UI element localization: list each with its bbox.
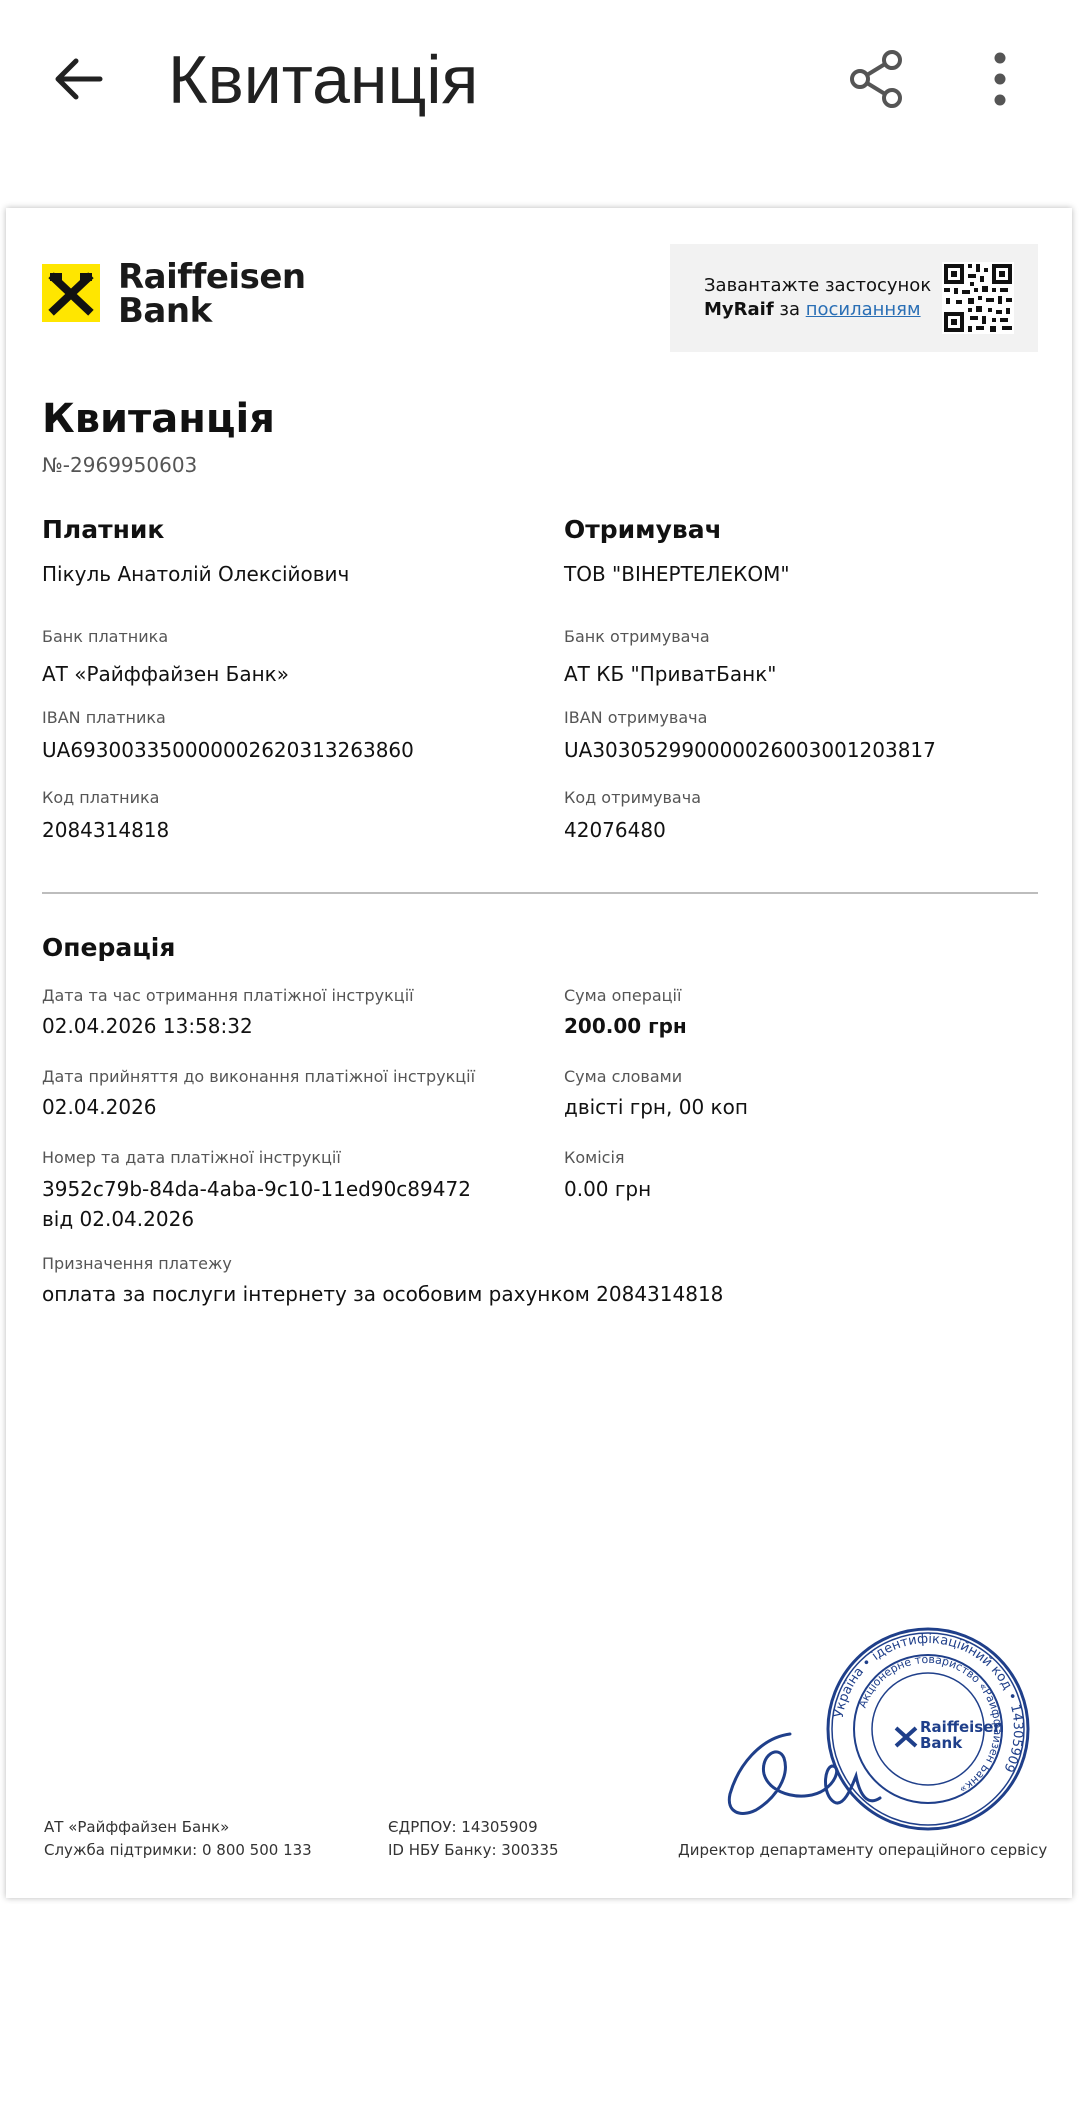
purpose-label: Призначення платежу bbox=[42, 1254, 232, 1273]
words-value: двісті грн, 00 коп bbox=[564, 1095, 748, 1119]
bottom-area bbox=[0, 1904, 1080, 2114]
page-title: Квитанція bbox=[168, 42, 479, 118]
instruction-date: від 02.04.2026 bbox=[42, 1207, 195, 1231]
recipient-iban: UA303052990000026003001203817 bbox=[564, 738, 936, 762]
stamp-logo: Raiffeisen Bank bbox=[894, 1718, 1004, 1752]
more-vertical-icon[interactable] bbox=[976, 48, 1024, 110]
footer-registry-info: ЄДРПОУ: 14305909 ID НБУ Банку: 300335 bbox=[388, 1816, 559, 1862]
receipt-title: Квитанція bbox=[42, 396, 275, 442]
promo-prefix: Завантажте застосунок bbox=[704, 275, 932, 296]
logo-line-2: Bank bbox=[118, 291, 212, 331]
promo-text: Завантажте застосунок MyRaif за посиланн… bbox=[704, 274, 931, 322]
share-icon[interactable] bbox=[846, 48, 908, 110]
footer-signatory: Директор департаменту операційного серві… bbox=[678, 1841, 1048, 1859]
top-spacer bbox=[0, 158, 1080, 206]
section-divider bbox=[42, 892, 1038, 894]
stamp-logo-line-2: Bank bbox=[920, 1734, 963, 1752]
promo-app-name: MyRaif bbox=[704, 299, 774, 320]
promo-download-link[interactable]: посиланням bbox=[806, 299, 921, 320]
logo-wordmark: Raiffeisen Bank bbox=[118, 260, 306, 328]
receipt-card[interactable]: Raiffeisen Bank Завантажте застосунок My… bbox=[6, 208, 1072, 1898]
qr-code-icon[interactable] bbox=[942, 262, 1014, 334]
payer-iban-label: IBAN платника bbox=[42, 708, 166, 727]
logo-line-1: Raiffeisen bbox=[118, 257, 306, 297]
recipient-bank: АТ КБ "ПриватБанк" bbox=[564, 662, 777, 686]
recipient-name: ТОВ "ВІНЕРТЕЛЕКОМ" bbox=[564, 562, 790, 586]
fee-label: Комісія bbox=[564, 1148, 625, 1167]
fee-value: 0.00 грн bbox=[564, 1177, 652, 1201]
recipient-code-label: Код отримувача bbox=[564, 788, 701, 807]
accepted-value: 02.04.2026 bbox=[42, 1095, 157, 1119]
payer-code: 2084314818 bbox=[42, 818, 170, 842]
payer-code-label: Код платника bbox=[42, 788, 160, 807]
instruction-label: Номер та дата платіжної інструкції bbox=[42, 1148, 341, 1167]
app-bar: Квитанція bbox=[0, 0, 1080, 158]
payer-name: Пікуль Анатолій Олексійович bbox=[42, 562, 350, 586]
raiffeisen-logo: Raiffeisen Bank bbox=[42, 260, 306, 328]
words-label: Сума словами bbox=[564, 1067, 683, 1086]
payer-bank-label: Банк платника bbox=[42, 627, 169, 646]
footer-edrpou: ЄДРПОУ: 14305909 bbox=[388, 1818, 538, 1836]
payer-heading: Платник bbox=[42, 515, 165, 544]
raiffeisen-emblem-icon bbox=[42, 264, 100, 322]
instruction-id: 3952c79b-84da-4aba-9c10-11ed90c89472 bbox=[42, 1177, 471, 1201]
amount-value: 200.00 грн bbox=[564, 1014, 687, 1038]
app-promo-banner: Завантажте застосунок MyRaif за посиланн… bbox=[670, 244, 1038, 352]
arrow-left-icon[interactable] bbox=[48, 48, 110, 110]
footer-support-phone: Служба підтримки: 0 800 500 133 bbox=[44, 1841, 312, 1859]
received-label: Дата та час отримання платіжної інструкц… bbox=[42, 986, 414, 1005]
footer-bank-info: АТ «Райффайзен Банк» Служба підтримки: 0… bbox=[44, 1816, 312, 1862]
accepted-label: Дата прийняття до виконання платіжної ін… bbox=[42, 1067, 476, 1086]
recipient-bank-label: Банк отримувача bbox=[564, 627, 710, 646]
recipient-heading: Отримувач bbox=[564, 515, 722, 544]
footer-bank-name: АТ «Райффайзен Банк» bbox=[44, 1818, 230, 1836]
footer-nbu-id: ID НБУ Банку: 300335 bbox=[388, 1841, 559, 1859]
bank-stamp-signature: Україна • ідентифікаційний код • 1430590… bbox=[727, 1627, 1030, 1831]
promo-connector: за bbox=[773, 299, 806, 320]
operation-heading: Операція bbox=[42, 933, 176, 962]
payer-iban: UA693003350000002620313263860 bbox=[42, 738, 414, 762]
receipt-number: №-2969950603 bbox=[42, 453, 198, 477]
payer-bank: АТ «Райффайзен Банк» bbox=[42, 662, 290, 686]
amount-label: Сума операції bbox=[564, 986, 682, 1005]
recipient-iban-label: IBAN отримувача bbox=[564, 708, 708, 727]
received-value: 02.04.2026 13:58:32 bbox=[42, 1014, 253, 1038]
purpose-value: оплата за послуги інтернету за особовим … bbox=[42, 1282, 724, 1306]
recipient-code: 42076480 bbox=[564, 818, 666, 842]
